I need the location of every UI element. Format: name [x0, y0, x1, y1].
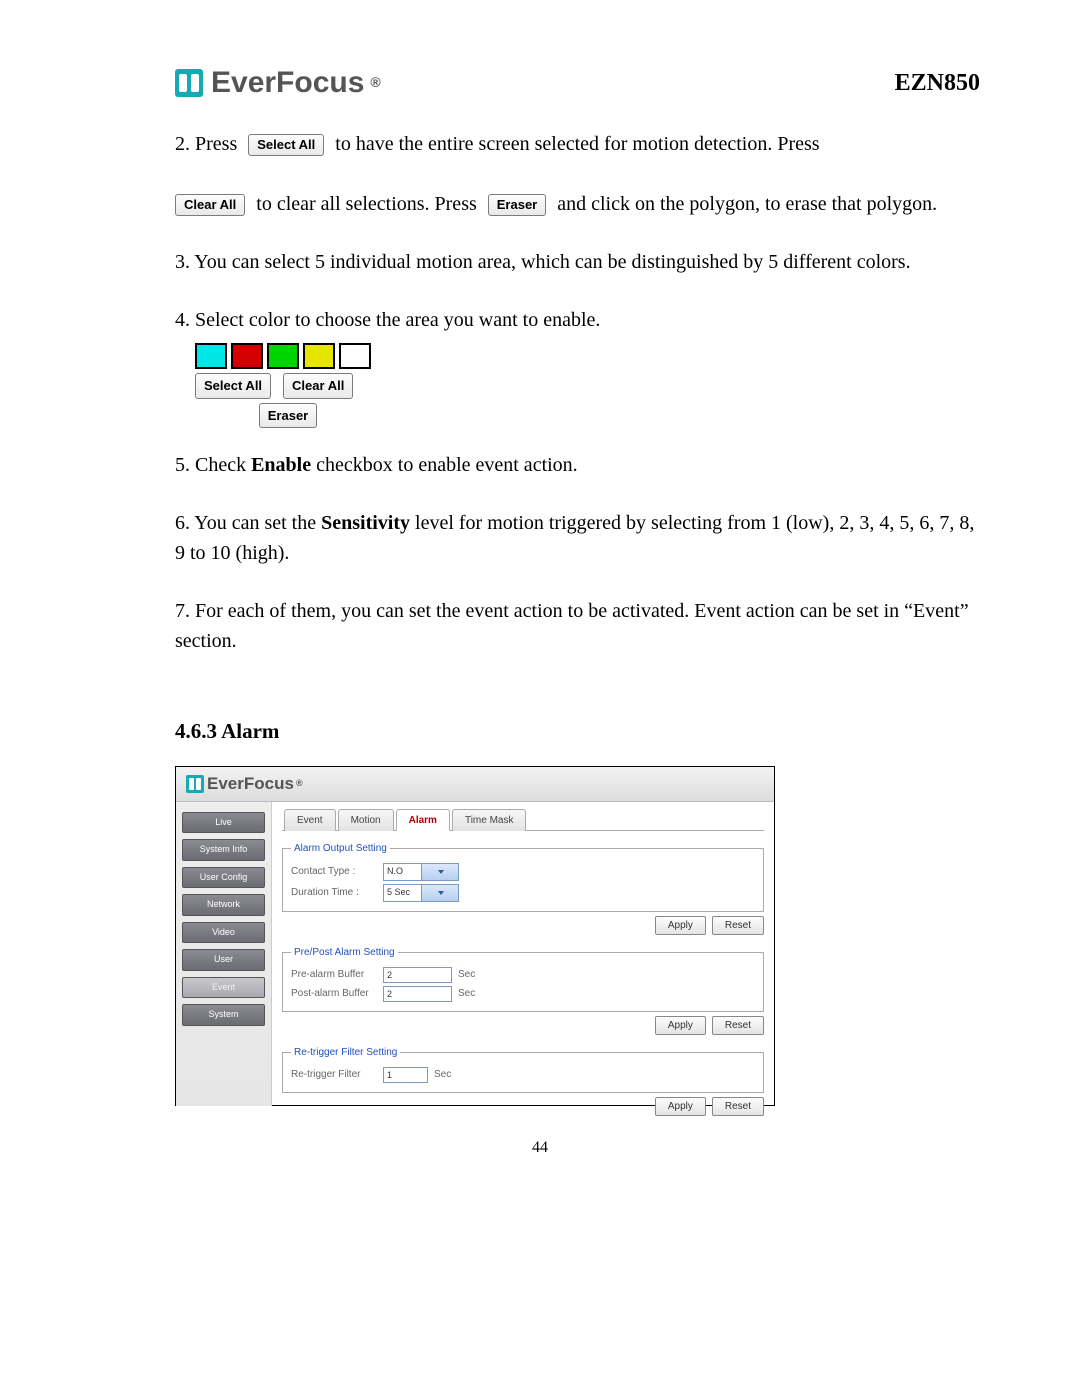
instruction-step-4: 4. Select color to choose the area you w…	[175, 305, 980, 335]
post-alarm-buffer-label: Post-alarm Buffer	[291, 986, 377, 1001]
tab-motion[interactable]: Motion	[338, 809, 394, 831]
sidebar-item-user-config[interactable]: User Config	[182, 867, 265, 889]
instruction-step-7: 7. For each of them, you can set the eve…	[175, 596, 980, 656]
brand-logo: EverFocus ®	[175, 60, 381, 105]
eraser-button-inline: Eraser	[488, 194, 546, 216]
unit-label: Sec	[458, 967, 475, 982]
sidebar-item-event[interactable]: Event	[182, 977, 265, 999]
retrigger-filter-setting-group: Re-trigger Filter Setting Re-trigger Fil…	[282, 1045, 764, 1093]
select-all-button-inline: Select All	[248, 134, 324, 156]
brand-mark-icon	[175, 69, 203, 97]
chevron-down-icon[interactable]	[421, 864, 459, 880]
chevron-down-icon[interactable]	[421, 885, 459, 901]
unit-label: Sec	[458, 986, 475, 1001]
instruction-step-5: 5. Check Enable checkbox to enable event…	[175, 450, 980, 480]
group-legend: Alarm Output Setting	[291, 841, 390, 856]
duration-time-label: Duration Time :	[291, 885, 377, 900]
alarm-settings-screenshot: EverFocus® Live System Info User Config Net…	[175, 766, 775, 1106]
unit-label: Sec	[434, 1067, 451, 1082]
group-legend: Pre/Post Alarm Setting	[291, 945, 398, 960]
color-selection-panel: Select All Clear All Eraser	[195, 343, 980, 428]
color-swatch[interactable]	[195, 343, 227, 369]
sidebar-item-live[interactable]: Live	[182, 812, 265, 834]
registered-icon: ®	[296, 777, 303, 791]
apply-button[interactable]: Apply	[655, 1016, 706, 1035]
shot-header: EverFocus®	[176, 767, 774, 802]
sidebar: Live System Info User Config Network Video Us…	[176, 802, 272, 1106]
eraser-button[interactable]: Eraser	[259, 403, 317, 429]
instruction-step-3: 3. You can select 5 individual motion ar…	[175, 247, 980, 277]
sidebar-item-system[interactable]: System	[182, 1004, 265, 1026]
sidebar-item-video[interactable]: Video	[182, 922, 265, 944]
contact-type-label: Contact Type :	[291, 864, 377, 879]
clear-all-button[interactable]: Clear All	[283, 373, 353, 399]
contact-type-select[interactable]: N.O	[383, 863, 459, 881]
apply-button[interactable]: Apply	[655, 916, 706, 935]
clear-all-button-inline: Clear All	[175, 194, 245, 216]
apply-button[interactable]: Apply	[655, 1097, 706, 1116]
sidebar-item-user[interactable]: User	[182, 949, 265, 971]
page-number: 44	[0, 1136, 1080, 1160]
color-swatch[interactable]	[339, 343, 371, 369]
pre-post-alarm-setting-group: Pre/Post Alarm Setting Pre-alarm Buffer …	[282, 945, 764, 1012]
group-legend: Re-trigger Filter Setting	[291, 1045, 400, 1060]
instruction-step-6: 6. You can set the Sensitivity level for…	[175, 508, 980, 568]
tab-event[interactable]: Event	[284, 809, 336, 831]
tab-bar: EventMotionAlarmTime Mask	[282, 808, 764, 831]
model-label: EZN850	[895, 65, 980, 101]
registered-icon: ®	[370, 72, 380, 93]
select-all-button[interactable]: Select All	[195, 373, 271, 399]
shot-brand-mark-icon	[186, 775, 204, 793]
reset-button[interactable]: Reset	[712, 916, 764, 935]
retrigger-filter-label: Re-trigger Filter	[291, 1067, 377, 1082]
reset-button[interactable]: Reset	[712, 1097, 764, 1116]
retrigger-filter-input[interactable]: 1	[383, 1067, 428, 1083]
shot-brand-logo: EverFocus®	[186, 771, 303, 797]
tab-alarm[interactable]: Alarm	[396, 809, 450, 831]
duration-time-select[interactable]: 5 Sec	[383, 884, 459, 902]
alarm-output-setting-group: Alarm Output Setting Contact Type : N.O …	[282, 841, 764, 912]
color-swatch[interactable]	[303, 343, 335, 369]
sidebar-item-network[interactable]: Network	[182, 894, 265, 916]
color-swatch[interactable]	[231, 343, 263, 369]
section-heading-alarm: 4.6.3 Alarm	[175, 716, 980, 748]
reset-button[interactable]: Reset	[712, 1016, 764, 1035]
pre-alarm-buffer-label: Pre-alarm Buffer	[291, 967, 377, 982]
brand-name: EverFocus	[211, 60, 364, 105]
pre-alarm-buffer-input[interactable]: 2	[383, 967, 452, 983]
color-swatch-row	[195, 343, 980, 369]
tab-time-mask[interactable]: Time Mask	[452, 809, 527, 831]
post-alarm-buffer-input[interactable]: 2	[383, 986, 452, 1002]
sidebar-item-system-info[interactable]: System Info	[182, 839, 265, 861]
instruction-step-2: 2. Press Select All to have the entire s…	[175, 129, 980, 219]
color-swatch[interactable]	[267, 343, 299, 369]
